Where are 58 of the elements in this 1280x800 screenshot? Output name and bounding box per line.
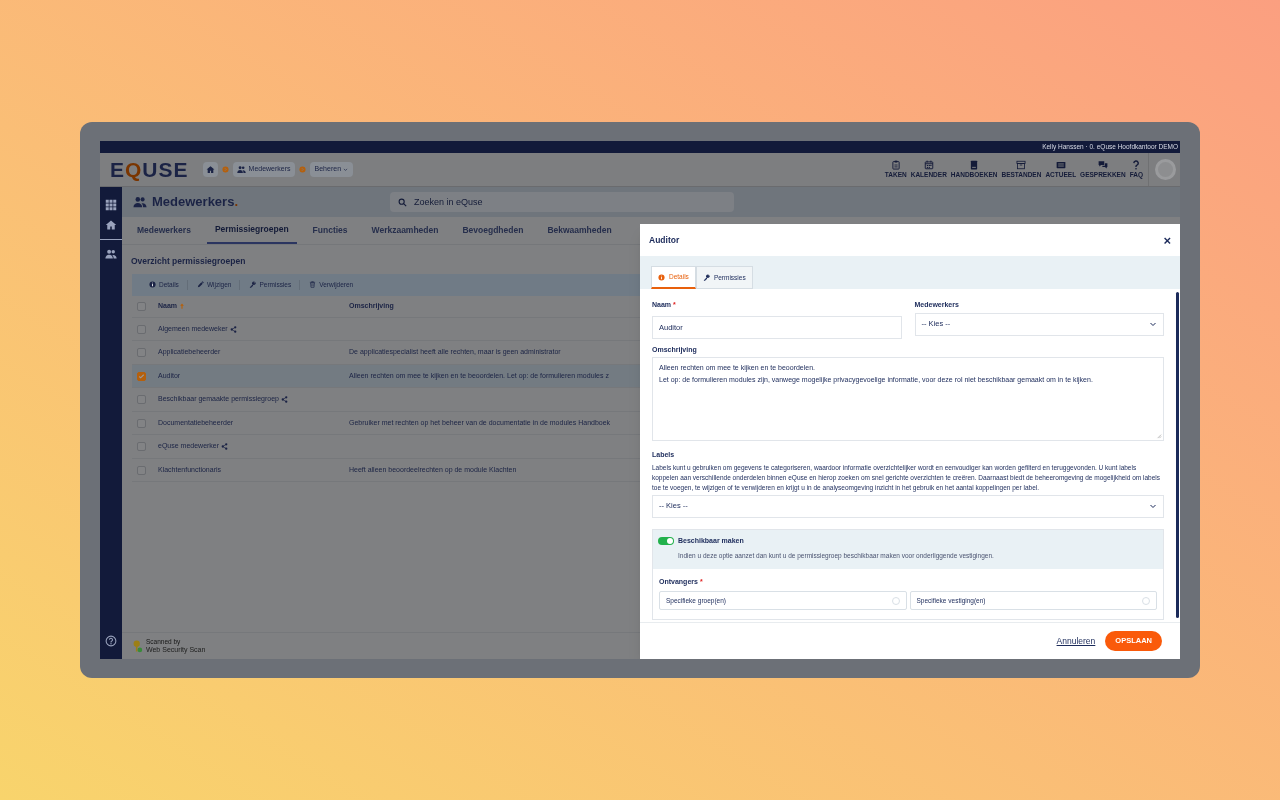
users-icon (133, 195, 147, 209)
close-button[interactable]: × (1163, 233, 1171, 247)
chevron-down-icon (1149, 502, 1157, 510)
chevron-icon (221, 166, 229, 173)
checkbox[interactable] (137, 324, 146, 334)
tab[interactable]: Bevoegdheden (454, 217, 532, 244)
tab[interactable]: Functies (304, 217, 356, 244)
tab[interactable]: Permissiegroepen (206, 217, 297, 244)
avatar[interactable] (1155, 159, 1176, 180)
checkbox[interactable] (137, 348, 146, 357)
caret-icon (343, 167, 349, 172)
chevron-down-icon (1149, 320, 1157, 328)
toggle-switch[interactable] (658, 536, 674, 545)
users-icon (236, 165, 246, 174)
scrollbar[interactable] (1176, 292, 1179, 618)
checkbox[interactable] (137, 418, 146, 428)
help-button[interactable] (105, 635, 117, 647)
chat-icon (1097, 160, 1108, 171)
help-icon (105, 635, 117, 647)
home-button[interactable] (202, 162, 218, 177)
section-title: Overzicht permissiegroepen (131, 255, 247, 268)
checkbox[interactable] (137, 301, 146, 311)
users-icon (105, 248, 117, 260)
resize-handle-icon (1155, 432, 1162, 439)
radio-button[interactable] (891, 596, 900, 605)
badge-icon (132, 639, 143, 653)
checkbox[interactable] (137, 395, 146, 404)
search-icon (398, 197, 407, 207)
cancel-link[interactable]: Annuleren (1056, 634, 1096, 648)
archive-icon (1016, 160, 1027, 171)
tab[interactable]: Bekwaamheden (539, 217, 620, 244)
key-icon (702, 274, 710, 281)
sidebar-button[interactable] (100, 219, 122, 240)
sort-arrow-icon (179, 303, 186, 310)
pencil-icon (196, 281, 204, 289)
modal-title: Auditor (649, 233, 680, 247)
home-icon (205, 165, 215, 174)
chevron-icon (298, 166, 306, 173)
checkbox[interactable] (137, 371, 146, 381)
info-icon (149, 281, 156, 289)
tab[interactable]: Werkzaamheden (363, 217, 447, 244)
key-icon (249, 281, 257, 289)
search-field[interactable]: Zoeken in eQuse (390, 192, 734, 212)
clipboard-icon (890, 160, 901, 171)
book-icon (969, 160, 980, 171)
checkbox[interactable] (137, 465, 146, 475)
page-title: Medewerkers. (152, 193, 238, 212)
tab[interactable]: Medewerkers (129, 217, 199, 244)
logo[interactable]: EQUSE (110, 159, 189, 180)
home-icon (105, 219, 117, 231)
trash-icon (309, 281, 317, 289)
calendar-icon (923, 160, 934, 171)
radio-button[interactable] (1142, 596, 1150, 605)
grid-icon (105, 199, 117, 211)
checkbox[interactable] (137, 442, 146, 451)
newspaper-icon (1055, 160, 1066, 171)
info-icon (658, 273, 665, 281)
question-icon (1131, 160, 1142, 171)
